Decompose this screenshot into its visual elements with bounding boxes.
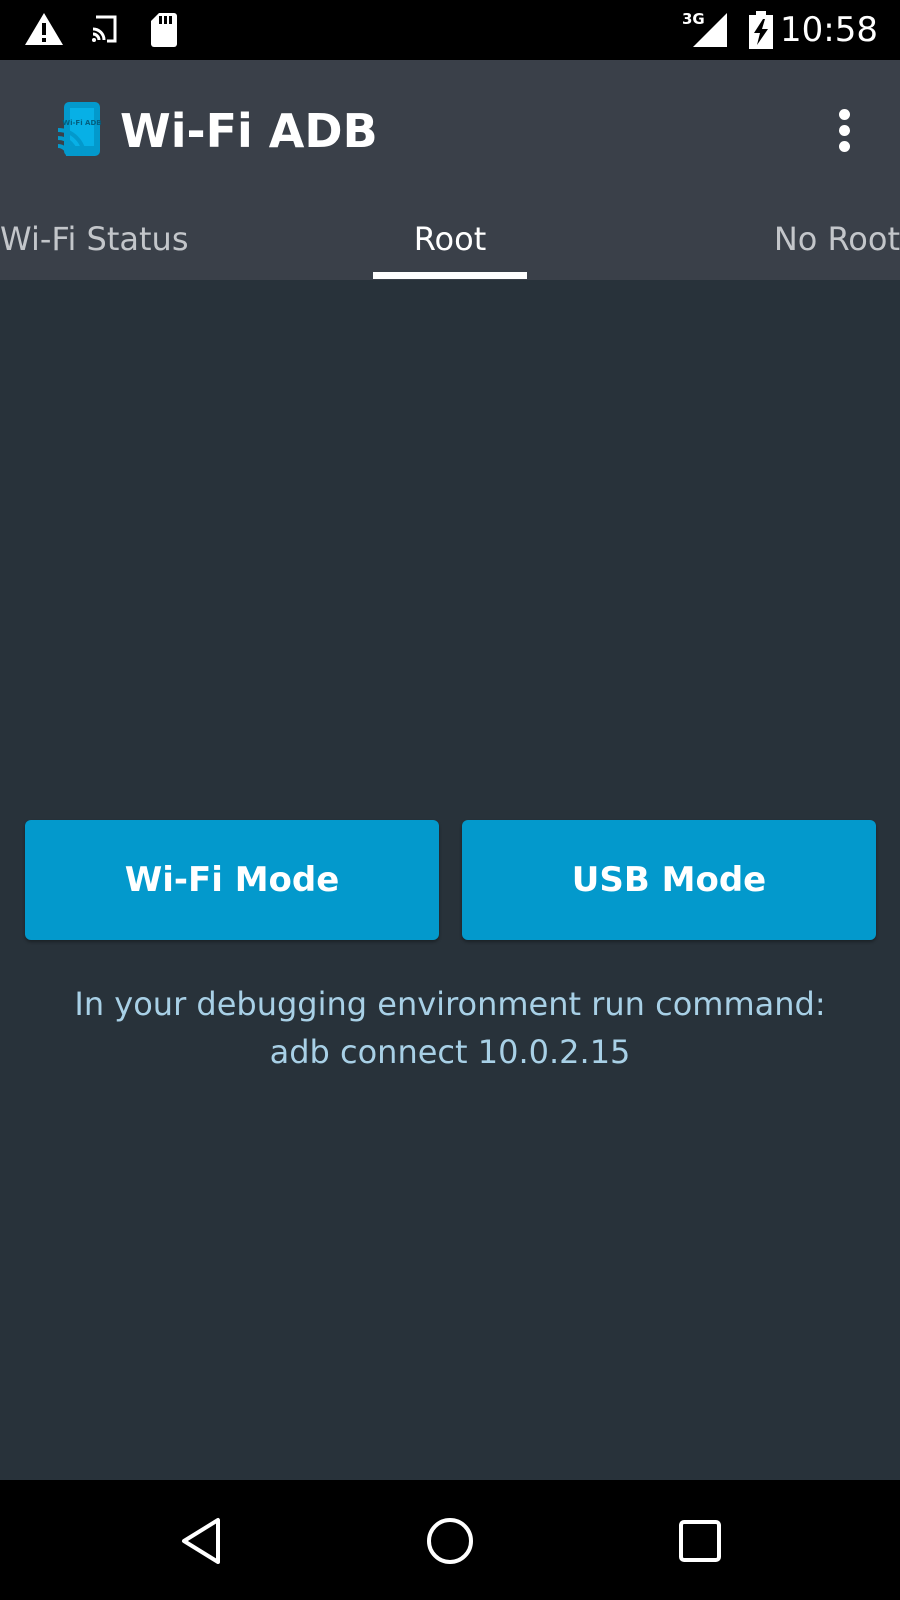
adb-connect-command: adb connect 10.0.2.15: [269, 1033, 631, 1071]
status-time: 10:58: [780, 10, 878, 50]
recents-button[interactable]: [665, 1506, 735, 1576]
home-icon: [427, 1518, 473, 1564]
app-title: Wi-Fi ADB: [120, 104, 378, 158]
back-icon: [182, 1518, 220, 1564]
wifi-mode-button[interactable]: Wi-Fi Mode: [25, 820, 439, 940]
status-bar: 3G 10:58: [0, 0, 900, 60]
instruction-text: In your debugging environment run comman…: [74, 985, 826, 1023]
app-icon-label: Wi-Fi ADB: [62, 119, 101, 127]
usb-mode-button[interactable]: USB Mode: [462, 820, 876, 940]
recents-icon: [679, 1520, 721, 1562]
tab-wifi-status[interactable]: Wi-Fi Status: [0, 220, 188, 278]
more-vert-icon: [820, 109, 868, 152]
signal-icon: [693, 13, 727, 47]
more-options-button[interactable]: [820, 104, 868, 160]
sd-card-icon: [151, 13, 177, 47]
home-button[interactable]: [415, 1506, 485, 1576]
battery-charging-icon: [749, 11, 773, 49]
app-bar: Wi-Fi ADB Wi-Fi ADB Wi-Fi Status Root No…: [0, 60, 900, 280]
connect-instructions: In your debugging environment run comman…: [0, 980, 900, 1076]
tab-no-root[interactable]: No Root: [774, 220, 900, 278]
wifi-adb-app-icon: Wi-Fi ADB: [58, 102, 102, 156]
tab-selected-indicator: [373, 272, 527, 279]
cast-icon: [92, 15, 117, 43]
main-content: Wi-Fi Mode USB Mode In your debugging en…: [0, 280, 900, 1480]
back-button[interactable]: [167, 1506, 237, 1576]
navigation-bar: [0, 1480, 900, 1600]
tab-root[interactable]: Root: [373, 220, 527, 278]
warning-icon: [25, 13, 63, 45]
